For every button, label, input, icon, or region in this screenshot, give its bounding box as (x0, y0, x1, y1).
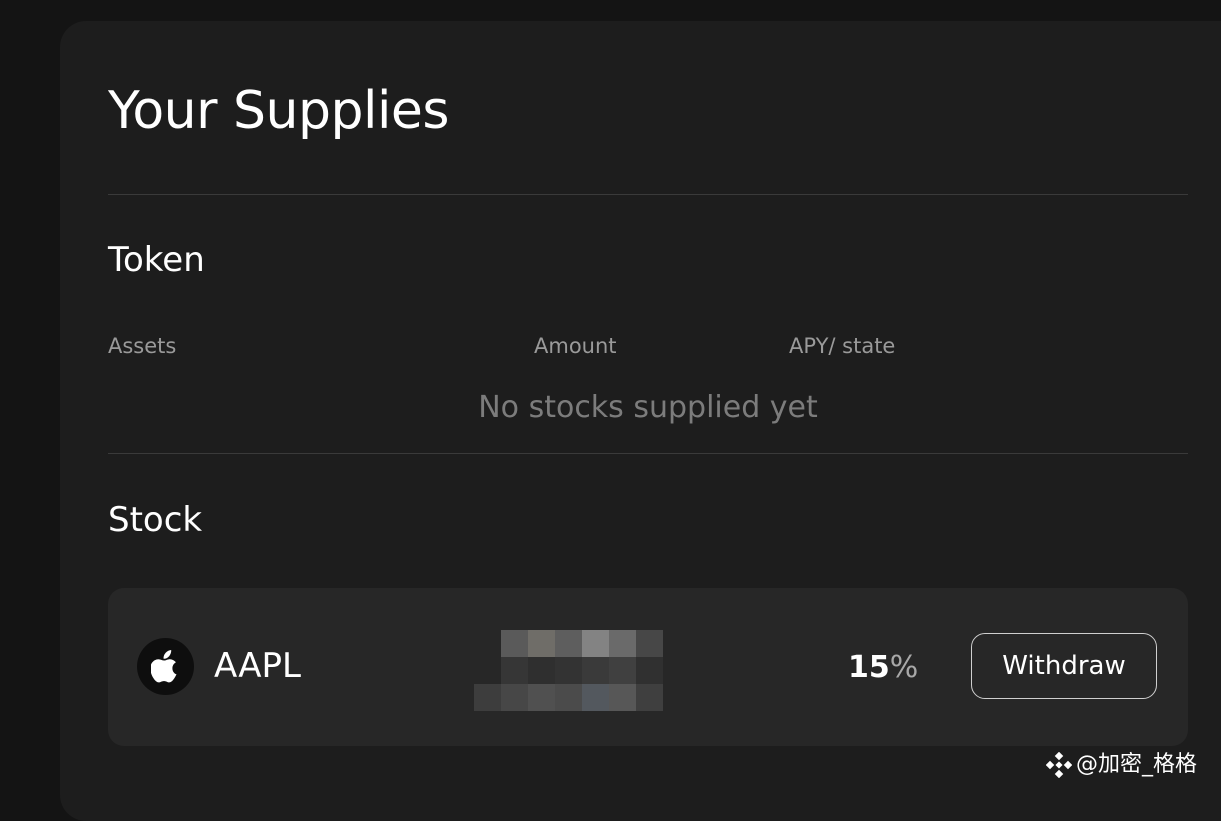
apy-number: 15 (848, 650, 890, 685)
token-section-heading: Token (108, 240, 205, 280)
apy-value: 15% (848, 648, 918, 688)
amount-redacted (473, 628, 663, 711)
withdraw-button[interactable]: Withdraw (971, 633, 1157, 699)
column-header-assets: Assets (108, 334, 177, 358)
apple-logo-icon (137, 638, 194, 695)
title-divider (108, 194, 1188, 195)
stock-section-heading: Stock (108, 500, 203, 540)
column-header-apy-state: APY/ state (789, 334, 896, 358)
supplies-panel: Your Supplies Token Assets Amount APY/ s… (60, 21, 1221, 821)
binance-logo-icon (1046, 752, 1072, 778)
token-divider (108, 453, 1188, 454)
page-title: Your Supplies (108, 81, 450, 141)
column-header-amount: Amount (534, 334, 617, 358)
stock-row-aapl[interactable]: AAPL 15% Withdraw (108, 588, 1188, 746)
token-empty-message: No stocks supplied yet (478, 390, 818, 425)
watermark: @加密_格格 (1046, 750, 1197, 780)
watermark-text: @加密_格格 (1076, 752, 1198, 777)
apy-percent-sign: % (889, 650, 919, 685)
stock-ticker: AAPL (214, 646, 301, 686)
